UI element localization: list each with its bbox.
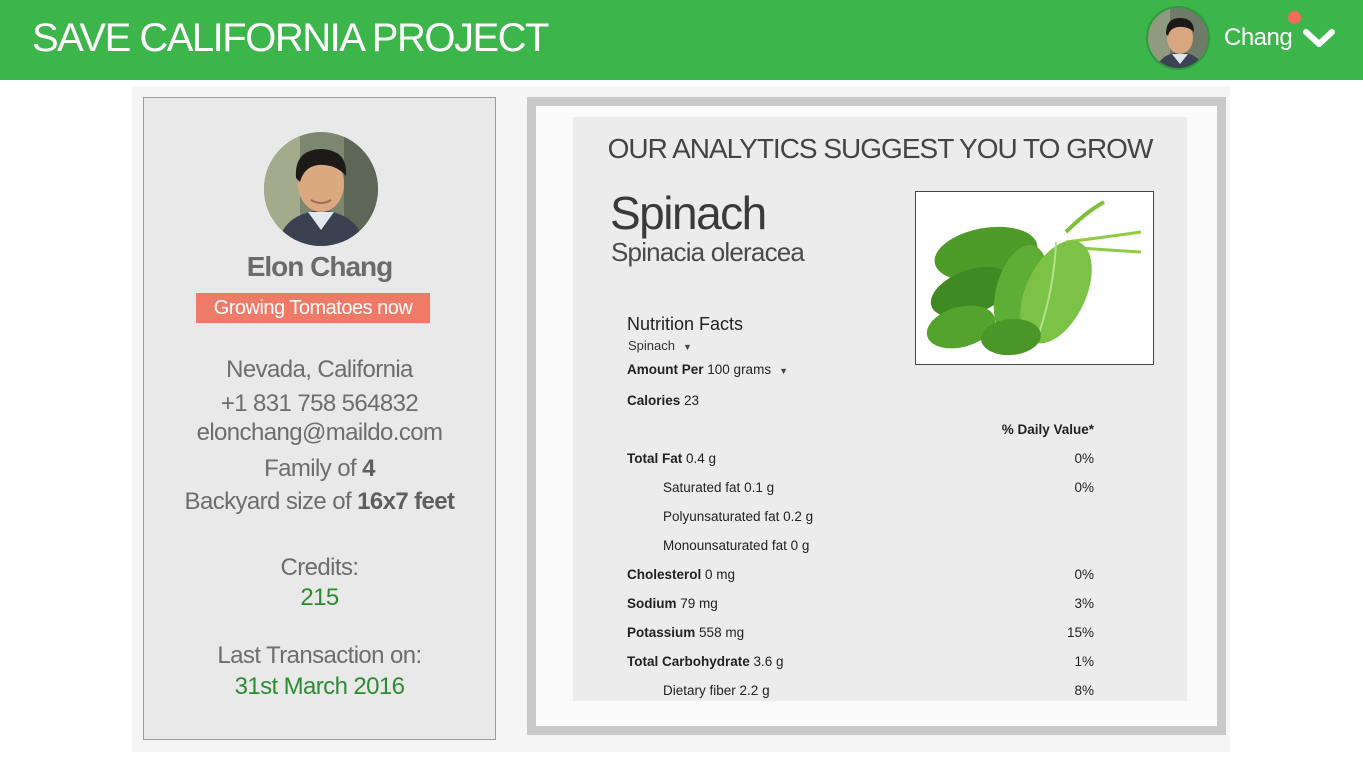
- nutrition-food: Spinach: [628, 338, 675, 353]
- backyard-size: 16x7 feet: [357, 488, 455, 515]
- nutrient-label: Sodium: [627, 596, 677, 611]
- nutrient-amount: 0 mg: [705, 567, 736, 582]
- nutrient-row: Total Fat 0.4 g: [627, 451, 716, 466]
- profile-phone: +1 831 758 564832: [220, 390, 419, 417]
- nutrient-dv: 8%: [1074, 683, 1094, 698]
- nutrient-label: Monounsaturated fat: [663, 538, 787, 553]
- credits-value: 215: [300, 584, 339, 611]
- nutrient-amount: 3.6 g: [753, 654, 784, 669]
- nutrient-row: Total Carbohydrate 3.6 g: [627, 654, 784, 669]
- nutrient-dv: 0%: [1074, 480, 1094, 495]
- analytics-panel: OUR ANALYTICS SUGGEST YOU TO GROW Spinac…: [573, 117, 1187, 701]
- app-title: SAVE CALIFORNIA PROJECT: [32, 16, 550, 60]
- notification-dot[interactable]: [1288, 11, 1301, 24]
- nutrition-title: Nutrition Facts: [627, 314, 744, 334]
- profile-backyard: Backyard size of 16x7 feet: [144, 488, 495, 516]
- last-transaction-value: 31st March 2016: [234, 673, 405, 700]
- profile-location: Nevada, California: [226, 356, 413, 383]
- nutrition-food-select[interactable]: Spinach ▼: [628, 338, 692, 353]
- nutrient-label: Dietary fiber: [663, 683, 736, 698]
- nutrient-dv: 3%: [1074, 596, 1094, 611]
- nutrient-row: Dietary fiber 2.2 g: [663, 683, 770, 698]
- nutrient-amount: 2.2 g: [739, 683, 770, 698]
- nutrient-row: Sodium 79 mg: [627, 596, 718, 611]
- nutrient-dv: 15%: [1066, 625, 1094, 640]
- nutrient-label: Cholesterol: [627, 567, 702, 582]
- credits-label: Credits:: [280, 554, 359, 581]
- nutrient-dv: 1%: [1074, 654, 1094, 669]
- nutrient-row: Saturated fat 0.1 g: [663, 480, 774, 495]
- nutrient-row: Cholesterol 0 mg: [627, 567, 735, 582]
- calories-row: Calories 23: [627, 393, 699, 408]
- spinach-photo: [915, 191, 1154, 365]
- calories-value: 23: [684, 393, 700, 408]
- nutrient-amount: 79 mg: [680, 596, 718, 611]
- nutrient-row: Monounsaturated fat 0 g: [663, 538, 809, 553]
- nutrient-amount: 0.2 g: [783, 509, 814, 524]
- nutrient-amount: 0 g: [790, 538, 810, 553]
- family-size: 4: [362, 455, 375, 482]
- nutrient-dv: 0%: [1074, 451, 1094, 466]
- nutrient-label: Total Fat: [627, 451, 683, 466]
- caret-down-icon: ▼: [682, 342, 692, 352]
- chevron-down-icon[interactable]: [1302, 26, 1336, 50]
- top-bar: SAVE CALIFORNIA PROJECT Chang: [0, 0, 1363, 80]
- nutrient-amount: 0.4 g: [686, 451, 717, 466]
- nutrient-amount: 558 mg: [699, 625, 745, 640]
- family-prefix: Family of: [264, 455, 363, 482]
- suggestion-heading: OUR ANALYTICS SUGGEST YOU TO GROW: [607, 133, 1154, 164]
- amount-per-row[interactable]: Amount Per 100 grams ▼: [627, 362, 788, 377]
- nutrient-row: Potassium 558 mg: [627, 625, 744, 640]
- backyard-prefix: Backyard size of: [184, 488, 358, 515]
- user-avatar[interactable]: [1146, 6, 1210, 70]
- profile-name: Elon Chang: [246, 251, 394, 282]
- nutrient-label: Total Carbohydrate: [627, 654, 750, 669]
- nutrient-label: Saturated fat: [663, 480, 741, 495]
- nutrient-row: Polyunsaturated fat 0.2 g: [663, 509, 813, 524]
- amount-label: Amount Per: [627, 362, 704, 377]
- user-name[interactable]: Chang: [1224, 24, 1293, 52]
- calories-label: Calories: [627, 393, 681, 408]
- plant-scientific-name: Spinacia oleracea: [611, 237, 805, 267]
- amount-value: 100 grams: [707, 362, 772, 377]
- plant-common-name: Spinach: [610, 187, 767, 239]
- caret-down-icon: ▼: [779, 366, 788, 376]
- daily-value-header: % Daily Value*: [1001, 422, 1094, 437]
- nutrient-amount: 0.1 g: [744, 480, 775, 495]
- profile-photo: [264, 132, 378, 246]
- nutrient-dv: 0%: [1074, 567, 1094, 582]
- profile-family: Family of 4: [144, 455, 495, 483]
- nutrient-label: Polyunsaturated fat: [663, 509, 780, 524]
- last-transaction-label: Last Transaction on:: [217, 642, 422, 669]
- nutrient-label: Potassium: [627, 625, 696, 640]
- profile-card: Elon Chang Growing Tomatoes now Nevada, …: [143, 97, 496, 740]
- status-badge: Growing Tomatoes now: [196, 293, 430, 323]
- profile-email: elonchang@maildo.com: [196, 419, 443, 446]
